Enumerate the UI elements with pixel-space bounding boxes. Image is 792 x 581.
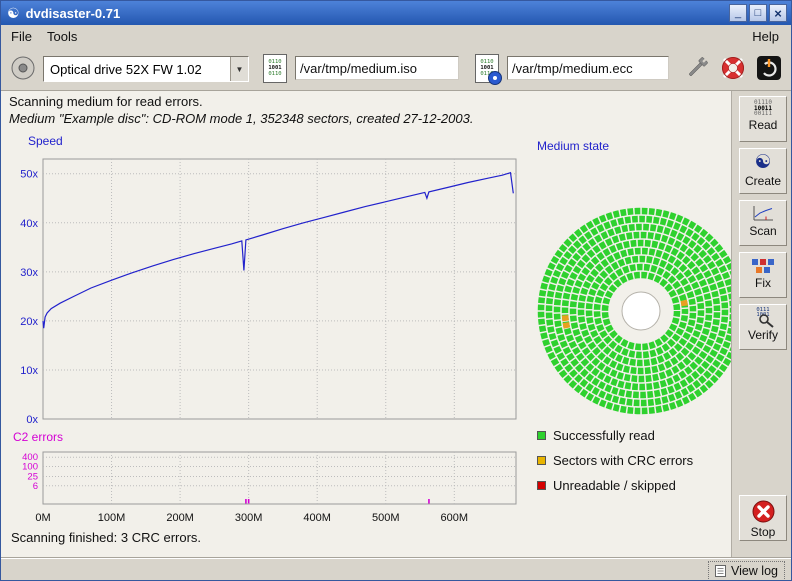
quit-button[interactable] <box>755 54 783 82</box>
log-icon <box>715 565 726 577</box>
app-icon: ☯ <box>7 5 20 22</box>
svg-text:400M: 400M <box>303 512 331 524</box>
medium-state-label: Medium state <box>537 139 609 153</box>
iso-file-icon[interactable]: 0110 1001 0110 <box>263 54 287 83</box>
svg-text:10x: 10x <box>20 365 38 377</box>
legend-item-read: Successfully read <box>537 427 655 443</box>
status-line-1: Scanning medium for read errors. <box>9 94 203 109</box>
svg-text:40x: 40x <box>20 218 38 230</box>
ecc-file-icon[interactable]: 0110 1001 0110 <box>475 54 499 83</box>
scan-button[interactable]: Scan <box>739 200 787 246</box>
close-button[interactable]: × <box>769 4 787 22</box>
svg-text:200M: 200M <box>166 512 194 524</box>
svg-text:100M: 100M <box>98 512 126 524</box>
read-button[interactable]: 01110 10011 00111 Read <box>739 96 787 142</box>
lifebuoy-help-icon <box>719 54 747 82</box>
wrench-icon <box>683 54 711 82</box>
bottombar: View log <box>1 557 791 581</box>
fix-button[interactable]: Fix <box>739 252 787 298</box>
create-button[interactable]: ☯ Create <box>739 148 787 194</box>
svg-text:30x: 30x <box>20 267 38 279</box>
ecc-path-input[interactable] <box>507 56 669 80</box>
svg-text:300M: 300M <box>235 512 263 524</box>
maximize-button[interactable]: □ <box>749 4 767 22</box>
minimize-button[interactable]: _ <box>729 4 747 22</box>
ecc-badge-icon <box>488 71 502 85</box>
drive-icon <box>9 54 37 82</box>
help-button[interactable] <box>719 54 747 82</box>
svg-text:600M: 600M <box>441 512 469 524</box>
view-log-button[interactable]: View log <box>708 561 785 581</box>
status-line-2: Medium "Example disc": CD-ROM mode 1, 35… <box>9 111 473 126</box>
legend-swatch-crc <box>537 456 546 465</box>
svg-text:6: 6 <box>33 481 38 492</box>
preferences-button[interactable] <box>683 54 711 82</box>
svg-text:20x: 20x <box>20 316 38 328</box>
dropdown-arrow-icon[interactable]: ▼ <box>230 57 248 81</box>
drive-icon-button[interactable] <box>9 54 37 82</box>
verify-button[interactable]: 0111 1001 Verify <box>739 304 787 350</box>
legend-swatch-read <box>537 431 546 440</box>
menubar: File Tools Help <box>1 25 791 47</box>
iso-path-input[interactable] <box>295 56 459 80</box>
fix-blocks-icon <box>751 256 775 275</box>
speed-chart: 0x 10x 20x 30x 40x 50x <box>1 149 523 427</box>
menu-help[interactable]: Help <box>746 28 785 45</box>
menu-file[interactable]: File <box>5 28 38 45</box>
c2-errors-label: C2 errors <box>13 430 63 444</box>
power-icon <box>755 54 783 82</box>
c2-chart: 4001002560M100M200M300M400M500M600M <box>1 444 523 536</box>
yin-yang-icon: ☯ <box>754 152 771 173</box>
magnifier-icon <box>758 314 776 328</box>
scan-result-text: Scanning finished: 3 CRC errors. <box>11 530 201 545</box>
legend-item-crc: Sectors with CRC errors <box>537 452 693 468</box>
window-controls: _ □ × <box>729 4 787 22</box>
svg-text:500M: 500M <box>372 512 400 524</box>
legend-swatch-unreadable <box>537 481 546 490</box>
drive-select-value: Optical drive 52X FW 1.02 <box>44 62 230 77</box>
legend-item-unreadable: Unreadable / skipped <box>537 477 676 493</box>
svg-text:0M: 0M <box>35 512 50 524</box>
app-window: ☯ dvdisaster-0.71 _ □ × File Tools Help … <box>0 0 792 581</box>
close-icon: × <box>774 6 782 21</box>
minimize-icon: _ <box>735 7 741 19</box>
maximize-icon: □ <box>755 7 762 19</box>
disc-chart <box>531 201 751 421</box>
svg-text:0x: 0x <box>26 414 38 426</box>
menu-tools[interactable]: Tools <box>41 28 83 45</box>
speed-chart-label: Speed <box>28 134 63 148</box>
read-icon: 01110 10011 00111 <box>754 100 772 117</box>
scan-graph-icon <box>751 204 775 223</box>
stop-icon <box>751 499 776 524</box>
drive-select[interactable]: Optical drive 52X FW 1.02 ▼ <box>43 56 249 82</box>
titlebar[interactable]: ☯ dvdisaster-0.71 _ □ × <box>1 1 791 25</box>
window-title: dvdisaster-0.71 <box>26 6 121 21</box>
stop-button[interactable]: Stop <box>739 495 787 541</box>
svg-text:50x: 50x <box>20 169 38 181</box>
toolbar: Optical drive 52X FW 1.02 ▼ 0110 1001 01… <box>1 47 791 91</box>
action-sidebar: 01110 10011 00111 Read ☯ Create Scan <box>731 91 792 557</box>
